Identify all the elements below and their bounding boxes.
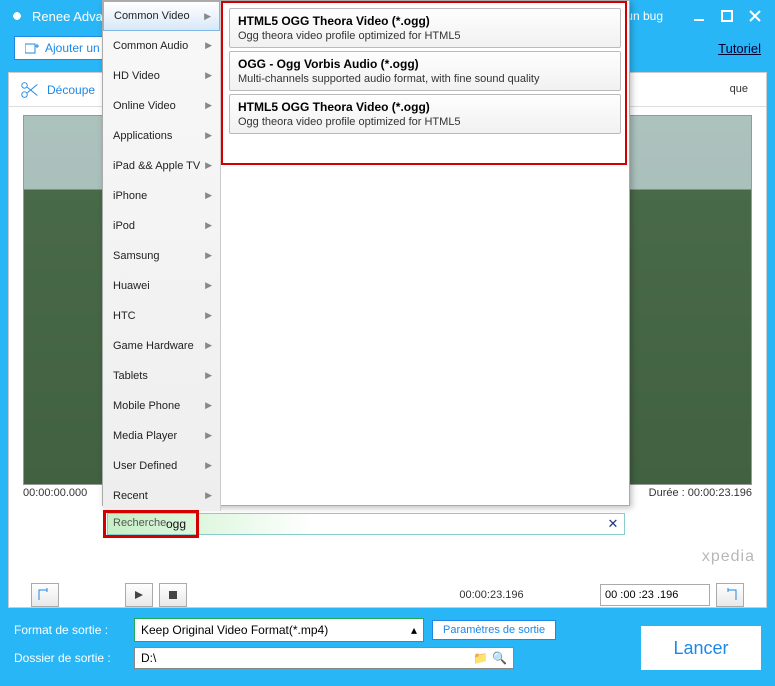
output-dir-field[interactable]: D:\ 📁 🔍 <box>134 647 514 669</box>
category-label: User Defined <box>113 460 177 472</box>
category-label: iPod <box>113 220 135 232</box>
result-title: HTML5 OGG Theora Video (*.ogg) <box>238 100 612 114</box>
dir-label: Dossier de sortie : <box>14 651 126 665</box>
category-label: Mobile Phone <box>113 400 180 412</box>
app-window: ✦ Renee Advanced Video Cutter 1.0.0 Rapp… <box>0 0 775 686</box>
category-item[interactable]: Online Video ▶ <box>103 91 220 121</box>
chevron-right-icon: ▶ <box>205 310 212 321</box>
chevron-right-icon: ▶ <box>205 430 212 441</box>
result-title: OGG - Ogg Vorbis Audio (*.ogg) <box>238 57 612 71</box>
category-label: Recent <box>113 490 148 502</box>
category-item[interactable]: Huawei ▶ <box>103 271 220 301</box>
chevron-right-icon: ▶ <box>205 70 212 81</box>
search-label: Recherche <box>113 517 166 529</box>
chevron-right-icon: ▶ <box>205 160 212 171</box>
mark-in-button[interactable] <box>31 583 59 607</box>
category-item[interactable]: Applications ▶ <box>103 121 220 151</box>
category-list: Common Video▶Common Audio▶HD Video▶Onlin… <box>103 1 221 511</box>
category-label: Media Player <box>113 430 177 442</box>
category-item[interactable]: Mobile Phone ▶ <box>103 391 220 421</box>
chevron-right-icon: ▶ <box>204 11 211 22</box>
category-item[interactable]: Game Hardware ▶ <box>103 331 220 361</box>
category-label: Common Audio <box>113 40 188 52</box>
format-result-item[interactable]: HTML5 OGG Theora Video (*.ogg) Ogg theora… <box>229 8 621 48</box>
watermark-text: xpedia <box>702 548 755 566</box>
format-result-item[interactable]: HTML5 OGG Theora Video (*.ogg) Ogg theora… <box>229 94 621 134</box>
category-item[interactable]: Common Audio ▶ <box>103 31 220 61</box>
dir-value: D:\ <box>141 651 156 665</box>
chevron-right-icon: ▶ <box>205 130 212 141</box>
stop-button[interactable] <box>159 583 187 607</box>
category-label: Huawei <box>113 280 150 292</box>
file-plus-icon <box>25 42 39 54</box>
category-label: Tablets <box>113 370 148 382</box>
mid-time: 00:00:23.196 <box>459 589 523 601</box>
chevron-right-icon: ▶ <box>205 220 212 231</box>
category-item[interactable]: iPhone ▶ <box>103 181 220 211</box>
category-label: Common Video <box>114 10 190 22</box>
format-label: Format de sortie : <box>14 623 126 637</box>
chevron-right-icon: ▶ <box>205 370 212 381</box>
result-desc: Ogg theora video profile optimized for H… <box>238 30 461 42</box>
category-item[interactable]: Media Player ▶ <box>103 421 220 451</box>
category-item[interactable]: HTC ▶ <box>103 301 220 331</box>
category-label: HTC <box>113 310 136 322</box>
chevron-right-icon: ▶ <box>205 250 212 261</box>
category-label: iPhone <box>113 190 147 202</box>
tutorial-link[interactable]: Tutoriel <box>718 41 761 56</box>
category-item[interactable]: HD Video ▶ <box>103 61 220 91</box>
category-label: Applications <box>113 130 172 142</box>
result-desc: Multi-channels supported audio format, w… <box>238 73 539 85</box>
chevron-right-icon: ▶ <box>205 400 212 411</box>
maximize-button[interactable] <box>715 4 739 28</box>
time-end-input[interactable] <box>600 584 710 606</box>
category-label: HD Video <box>113 70 160 82</box>
format-value: Keep Original Video Format(*.mp4) <box>141 623 328 637</box>
chevron-right-icon: ▶ <box>205 340 212 351</box>
chevron-up-icon: ▴ <box>411 623 417 637</box>
tab-right-text: que <box>730 83 748 95</box>
format-dropdown: Common Video▶Common Audio▶HD Video▶Onlin… <box>102 0 630 506</box>
category-label: Samsung <box>113 250 159 262</box>
category-item[interactable]: Samsung ▶ <box>103 241 220 271</box>
search-bar: Recherche ✕ <box>107 513 625 535</box>
transport-controls: 00:00:23.196 <box>31 583 744 607</box>
category-item[interactable]: iPod ▶ <box>103 211 220 241</box>
result-title: HTML5 OGG Theora Video (*.ogg) <box>238 14 612 28</box>
result-desc: Ogg theora video profile optimized for H… <box>238 116 461 128</box>
chevron-right-icon: ▶ <box>205 460 212 471</box>
category-label: Online Video <box>113 100 176 112</box>
category-item[interactable]: Recent ▶ <box>103 481 220 511</box>
folder-icon[interactable]: 📁 <box>473 651 488 665</box>
output-format-select[interactable]: Keep Original Video Format(*.mp4) ▴ <box>134 618 424 642</box>
search-dir-icon[interactable]: 🔍 <box>492 651 507 665</box>
category-item[interactable]: iPad && Apple TV ▶ <box>103 151 220 181</box>
bottom-panel: Format de sortie : Keep Original Video F… <box>0 608 775 686</box>
tab-cut-label: Découpe <box>47 83 95 97</box>
output-params-button[interactable]: Paramètres de sortie <box>432 620 556 640</box>
mark-out-button[interactable] <box>716 583 744 607</box>
close-button[interactable] <box>743 4 767 28</box>
format-result-item[interactable]: OGG - Ogg Vorbis Audio (*.ogg) Multi-chan… <box>229 51 621 91</box>
launch-button[interactable]: Lancer <box>641 626 761 670</box>
chevron-right-icon: ▶ <box>205 40 212 51</box>
scissors-icon <box>19 79 41 101</box>
category-item[interactable]: Common Video ▶ <box>103 1 220 31</box>
tab-cut[interactable]: Découpe <box>19 79 95 101</box>
chevron-right-icon: ▶ <box>205 490 212 501</box>
category-item[interactable]: User Defined ▶ <box>103 451 220 481</box>
category-item[interactable]: Tablets ▶ <box>103 361 220 391</box>
app-logo-icon: ✦ <box>8 7 26 25</box>
play-button[interactable] <box>125 583 153 607</box>
clear-search-button[interactable]: ✕ <box>605 516 621 532</box>
category-label: Game Hardware <box>113 340 194 352</box>
category-label: iPad && Apple TV <box>113 160 200 172</box>
chevron-right-icon: ▶ <box>205 280 212 291</box>
minimize-button[interactable] <box>687 4 711 28</box>
format-results: HTML5 OGG Theora Video (*.ogg) Ogg theora… <box>221 1 629 511</box>
chevron-right-icon: ▶ <box>205 100 212 111</box>
search-input[interactable] <box>107 513 625 535</box>
chevron-right-icon: ▶ <box>205 190 212 201</box>
